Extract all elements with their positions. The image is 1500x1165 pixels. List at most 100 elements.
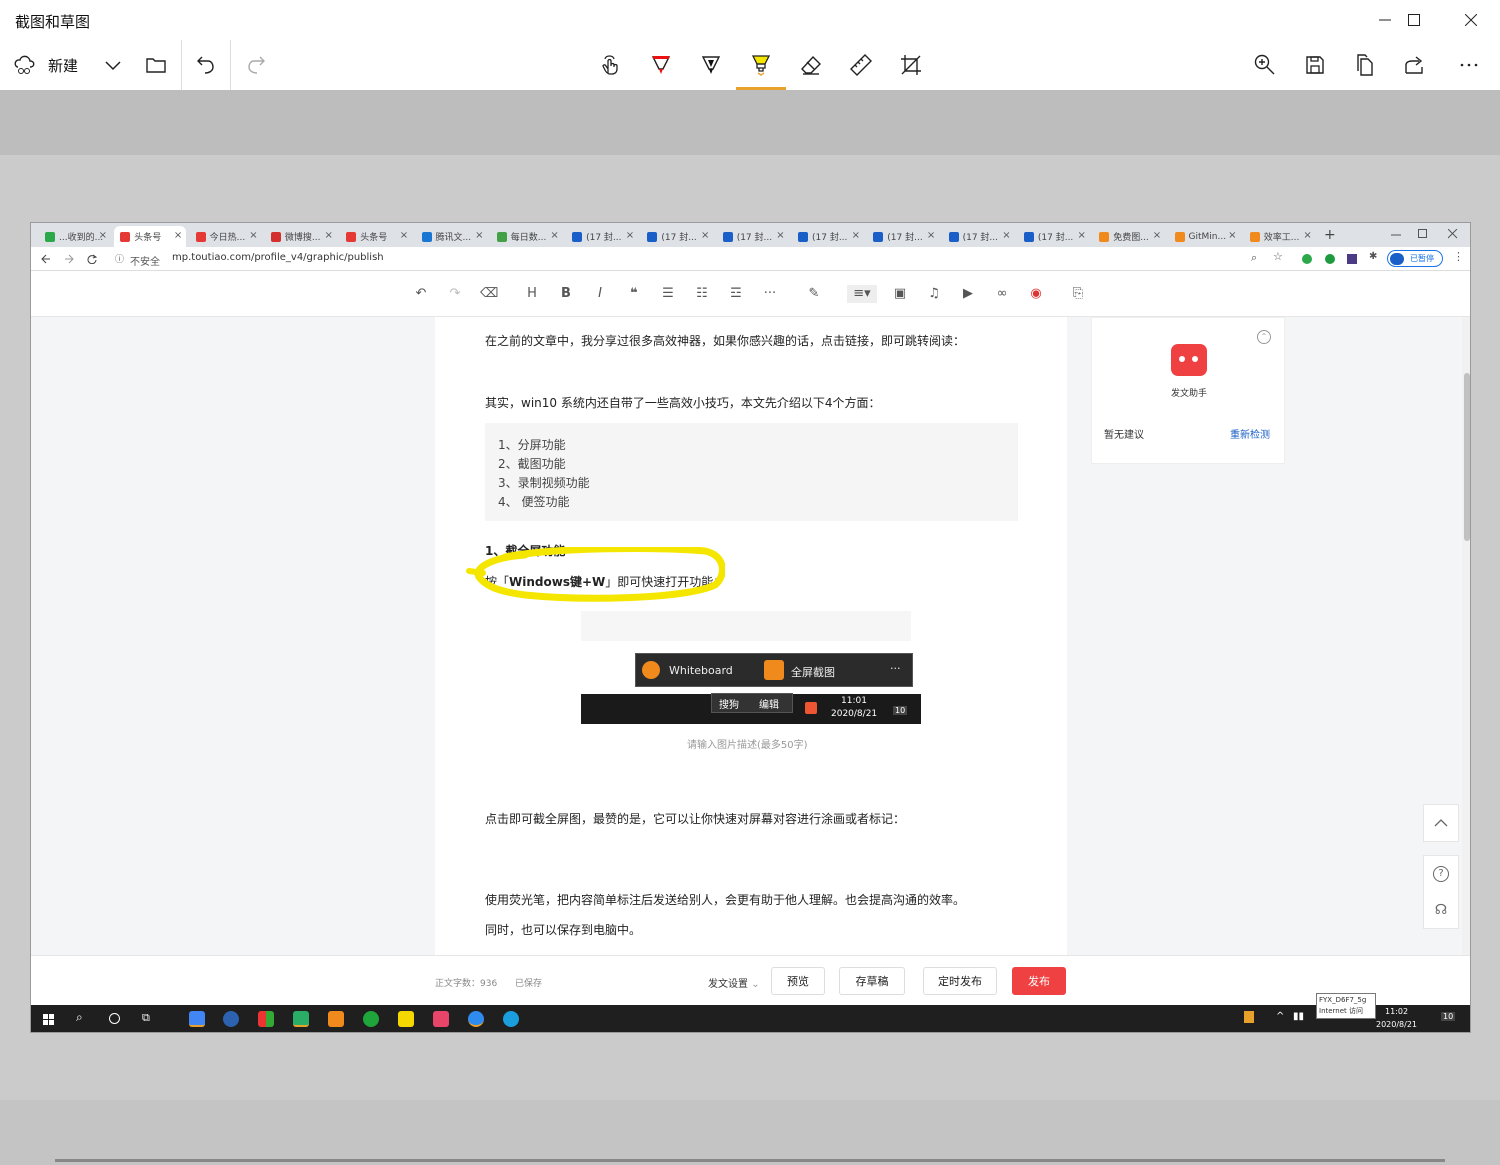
zoom-button[interactable]	[1240, 40, 1290, 90]
browser-tab[interactable]: GitMin...×	[1169, 226, 1241, 247]
new-snip-button[interactable]: 新建	[12, 52, 78, 78]
eraser-button[interactable]	[786, 40, 836, 90]
restore-icon[interactable]	[1418, 229, 1428, 239]
crop-button[interactable]	[886, 40, 936, 90]
browser-tab[interactable]: ...收到的...×	[39, 226, 111, 247]
tab-close-icon[interactable]: ×	[701, 230, 709, 241]
page-scroll-thumb[interactable]	[1464, 373, 1470, 541]
browser-tab[interactable]: (17 封...×	[943, 226, 1015, 247]
headset-icon[interactable]: ☊	[1435, 902, 1447, 918]
divider-icon[interactable]: ☲	[727, 285, 745, 303]
tab-close-icon[interactable]: ×	[1228, 230, 1236, 241]
music-icon[interactable]: ♫	[925, 285, 943, 303]
align-dropdown-icon[interactable]: ≡▾	[847, 285, 877, 303]
tab-close-icon[interactable]: ×	[400, 230, 408, 241]
preview-button[interactable]: 预览	[771, 967, 825, 995]
ruler-button[interactable]	[836, 40, 886, 90]
tab-close-icon[interactable]: ×	[1153, 230, 1161, 241]
browser-tab[interactable]: (17 封...×	[717, 226, 789, 247]
close-icon[interactable]	[1448, 229, 1458, 239]
horizontal-scrollbar[interactable]	[55, 1159, 1445, 1162]
collapse-icon[interactable]: ⌃	[1257, 330, 1271, 344]
taskbar-app-icon[interactable]	[433, 1011, 449, 1027]
tab-close-icon[interactable]: ×	[776, 230, 784, 241]
more-icon[interactable]: ···	[761, 285, 779, 303]
notification-badge[interactable]: 10	[1441, 1012, 1455, 1021]
taskbar-app-icon[interactable]	[468, 1011, 484, 1027]
taskbar-app-icon[interactable]	[328, 1011, 344, 1027]
copy-button[interactable]	[1340, 40, 1390, 90]
browser-menu-icon[interactable]: ⋮	[1453, 250, 1464, 263]
tray-chevron-up-icon[interactable]: ^	[1276, 1011, 1284, 1022]
tab-close-icon[interactable]: ×	[99, 230, 107, 241]
browser-tab[interactable]: (17 封...×	[641, 226, 713, 247]
back-arrow-icon[interactable]	[41, 254, 51, 264]
publish-settings-dropdown[interactable]: 发文设置 ⌄	[708, 975, 760, 990]
extension-check-icon[interactable]	[1302, 254, 1312, 264]
windows-start-icon[interactable]	[43, 1014, 54, 1025]
help-icon[interactable]: ?	[1433, 866, 1449, 882]
more-options-button[interactable]	[1444, 40, 1494, 90]
insert-card-icon[interactable]: ◉	[1027, 285, 1045, 303]
task-view-icon[interactable]: ⧉	[142, 1011, 150, 1025]
browser-tab[interactable]: (17 封...×	[566, 226, 638, 247]
highlighter-button[interactable]	[736, 40, 786, 90]
tab-close-icon[interactable]: ×	[1002, 230, 1010, 241]
tab-close-icon[interactable]: ×	[174, 230, 182, 241]
star-icon[interactable]: ☆	[1273, 250, 1283, 263]
touch-writing-button[interactable]	[586, 40, 636, 90]
video-icon[interactable]: ▶	[959, 285, 977, 303]
tab-close-icon[interactable]: ×	[852, 230, 860, 241]
browser-tab[interactable]: (17 封...×	[792, 226, 864, 247]
browser-tab[interactable]: 今日热...×	[190, 226, 262, 247]
open-file-button[interactable]	[131, 40, 181, 90]
cortana-icon[interactable]	[109, 1013, 120, 1024]
reload-icon[interactable]	[87, 254, 97, 264]
sticky-notes-icon[interactable]	[398, 1011, 414, 1027]
italic-icon[interactable]: I	[591, 285, 609, 303]
browser-tab[interactable]: 头条号×	[114, 226, 186, 247]
undo-button[interactable]	[181, 40, 231, 90]
numbered-list-icon[interactable]: ☷	[693, 285, 711, 303]
tab-close-icon[interactable]: ×	[550, 230, 558, 241]
browser-tab[interactable]: 免费图...×	[1093, 226, 1165, 247]
link-icon[interactable]: ∞	[993, 285, 1011, 303]
wechat-icon[interactable]	[293, 1011, 309, 1027]
scheduled-publish-button[interactable]: 定时发布	[923, 967, 997, 995]
tab-close-icon[interactable]: ×	[325, 230, 333, 241]
save-draft-button[interactable]: 存草稿	[839, 967, 905, 995]
back-to-top-button[interactable]	[1423, 804, 1459, 842]
share-button[interactable]	[1390, 40, 1440, 90]
tray-app-icon[interactable]	[1244, 1011, 1254, 1023]
extensions-puzzle-icon[interactable]: ✱	[1369, 251, 1377, 262]
browser-tab[interactable]: 头条号×	[340, 226, 412, 247]
pencil-button[interactable]	[686, 40, 736, 90]
taskbar-app-icon[interactable]	[223, 1011, 239, 1027]
page-scrollbar[interactable]	[1462, 317, 1471, 957]
edge-icon[interactable]	[503, 1011, 519, 1027]
tab-close-icon[interactable]: ×	[1303, 230, 1311, 241]
info-icon[interactable]: ⓘ	[115, 252, 124, 265]
tab-close-icon[interactable]: ×	[249, 230, 257, 241]
forward-arrow-icon[interactable]	[64, 254, 74, 264]
maximize-button[interactable]	[1386, 0, 1442, 40]
import-doc-icon[interactable]: ⎘	[1069, 285, 1087, 303]
browser-tab[interactable]: (17 封...×	[1018, 226, 1090, 247]
ballpoint-pen-button[interactable]	[636, 40, 686, 90]
url-text[interactable]: mp.toutiao.com/profile_v4/graphic/publis…	[172, 252, 384, 263]
quote-icon[interactable]: ❝	[625, 285, 643, 303]
captured-screenshot[interactable]: ...收到的...×头条号×今日热...×微博搜...×头条号×腾讯文...×每…	[30, 222, 1471, 1033]
tab-close-icon[interactable]: ×	[1078, 230, 1086, 241]
tab-close-icon[interactable]: ×	[927, 230, 935, 241]
heading-icon[interactable]: H	[523, 285, 541, 303]
browser-tab[interactable]: 效率工...×	[1244, 226, 1316, 247]
highlight-icon[interactable]: ✎	[805, 285, 823, 303]
new-tab-icon[interactable]: +	[1324, 227, 1336, 243]
taskbar-app-icon[interactable]	[258, 1011, 274, 1027]
browser-tab[interactable]: 每日数...×	[491, 226, 563, 247]
bullet-list-icon[interactable]: ☰	[659, 285, 677, 303]
recheck-link[interactable]: 重新检测	[1230, 426, 1270, 441]
redo-button[interactable]	[231, 40, 281, 90]
eraser-icon[interactable]: ⌫	[480, 285, 498, 303]
article-editor[interactable]: 在之前的文章中，我分享过很多高效神器，如果你感兴趣的话，点击链接，即可跳转阅读：…	[435, 317, 1067, 957]
